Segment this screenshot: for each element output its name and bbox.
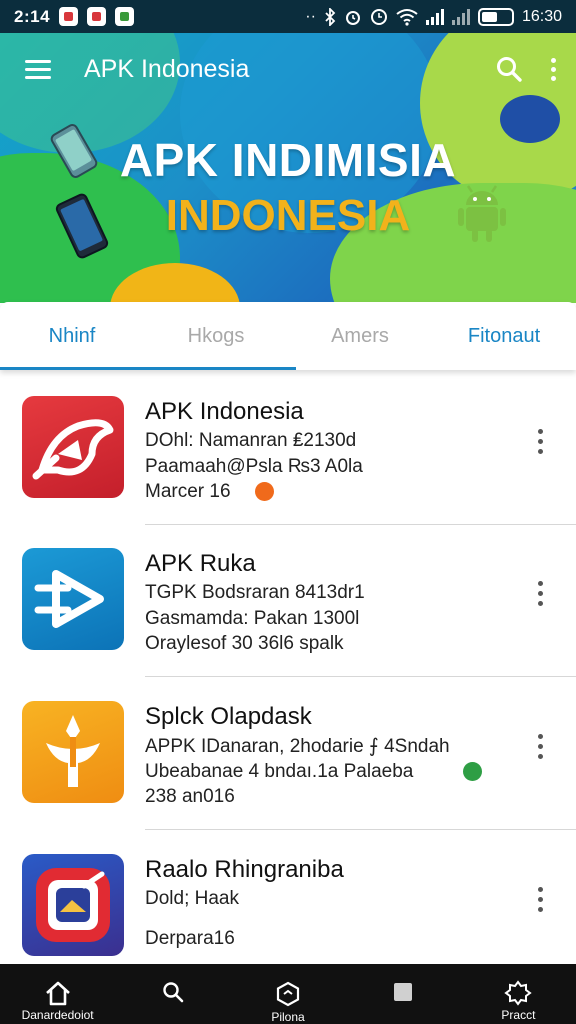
apk-purple-icon [22, 854, 124, 956]
dots-icon: ·· [305, 7, 316, 25]
app-detail-line: Ubeabanae 4 bndaı.1a Palaeba [145, 761, 414, 782]
notification-icon-3 [115, 7, 135, 26]
status-dot [463, 762, 482, 781]
nav-label: Danardedoiot [21, 1008, 94, 1022]
row-more-icon[interactable] [530, 424, 550, 458]
list-item[interactable]: Splck Olapdask APPK IDanaran, 2hodarie ⨍… [0, 677, 576, 830]
battery-icon [477, 7, 514, 26]
app-toolbar: APK Indonesia [0, 33, 576, 105]
status-time: 2:14 [14, 6, 51, 26]
notification-icon-1 [59, 7, 79, 26]
row-more-icon[interactable] [530, 729, 550, 763]
nav-home[interactable]: Danardedoiot [0, 964, 115, 1024]
search-icon [163, 982, 184, 1003]
tab-1[interactable]: Nhinf [0, 302, 144, 370]
row-more-icon[interactable] [530, 882, 550, 916]
nav-square[interactable] [346, 964, 461, 1024]
square-icon [394, 983, 413, 1001]
app-detail-line: Paamaah@Psla ₨3 A0la [145, 456, 363, 477]
app-list: APK Indonesia DOhl: Namanran ₤2130d Paam… [0, 372, 576, 964]
app-detail-line: 238 an016 [145, 786, 235, 807]
hexagon-icon [276, 981, 300, 1007]
app-title: APK Indonesia [84, 54, 250, 83]
list-item[interactable]: APK Ruka TGPK Bodsraran 8413dr1 Gasmamda… [0, 524, 576, 677]
clock-icon [370, 8, 387, 25]
app-name: APK Ruka [145, 550, 256, 577]
active-tab-indicator [0, 367, 296, 370]
app-detail-line: Derpara16 [145, 928, 235, 949]
status-right: ·· 16:30 [305, 7, 562, 26]
signal-icon [425, 8, 444, 25]
status-left: 2:14 [14, 6, 135, 27]
nav-label: Pilona [271, 1010, 305, 1024]
app-detail-line: Marcer 16 [145, 481, 231, 502]
home-icon [45, 981, 70, 1006]
status-clock: 16:30 [521, 7, 562, 25]
toolbar-actions [495, 55, 556, 83]
banner-headline: APK INDIMISIA [119, 134, 457, 186]
category-tabs: Nhinf Hkogs Amers Fitonaut [0, 302, 576, 370]
app-detail-line: Gasmamda: Pakan 1300l [145, 608, 360, 629]
tab-3[interactable]: Amers [288, 302, 432, 370]
search-icon[interactable] [495, 55, 523, 83]
row-more-icon[interactable] [530, 576, 550, 610]
wifi-icon [396, 8, 418, 26]
hamburger-menu-icon[interactable] [20, 51, 56, 87]
alarm-icon [345, 10, 360, 25]
tab-4[interactable]: Fitonaut [432, 302, 576, 370]
tab-2[interactable]: Hkogs [144, 302, 288, 370]
banner-subheadline: INDONESIA [165, 191, 411, 240]
status-dot [255, 482, 274, 501]
nav-search[interactable] [115, 964, 230, 1024]
app-detail-line: DOhl: Namanran ₤2130d [145, 430, 357, 451]
apk-orange-icon [22, 701, 124, 803]
app-name: APK Indonesia [145, 398, 304, 425]
apk-red-icon [22, 396, 124, 498]
status-bar: 2:14 ·· 16:30 [0, 0, 576, 33]
list-item[interactable]: Raalo Rhingraniba Dold; Haak Derpara16 [0, 830, 576, 964]
nav-badge[interactable]: Pracct [461, 964, 576, 1024]
app-detail-line: Dold; Haak [145, 888, 239, 909]
apk-blue-icon [22, 548, 124, 650]
signal-icon-2 [451, 8, 470, 25]
app-name: Splck Olapdask [145, 703, 312, 730]
app-name: Raalo Rhingraniba [145, 856, 344, 883]
list-item[interactable]: APK Indonesia DOhl: Namanran ₤2130d Paam… [0, 372, 576, 525]
app-detail-line: APPK IDanaran, 2hodarie ⨍ 4Sndah [145, 736, 450, 757]
app-detail-line: Oraylesof 30 36l6 spalk [145, 633, 344, 654]
more-vert-icon[interactable] [551, 57, 556, 81]
badge-icon [504, 980, 533, 1006]
bottom-navigation: Danardedoiot Pilona Pracct [0, 964, 576, 1024]
nav-label: Pracct [501, 1008, 536, 1022]
nav-hexagon[interactable]: Pilona [230, 964, 345, 1024]
notification-icon-2 [87, 7, 107, 26]
header-banner: APK Indonesia APK INDIMISIA INDONESIA [0, 33, 576, 303]
bluetooth-icon [325, 7, 336, 26]
app-detail-line: TGPK Bodsraran 8413dr1 [145, 582, 365, 603]
